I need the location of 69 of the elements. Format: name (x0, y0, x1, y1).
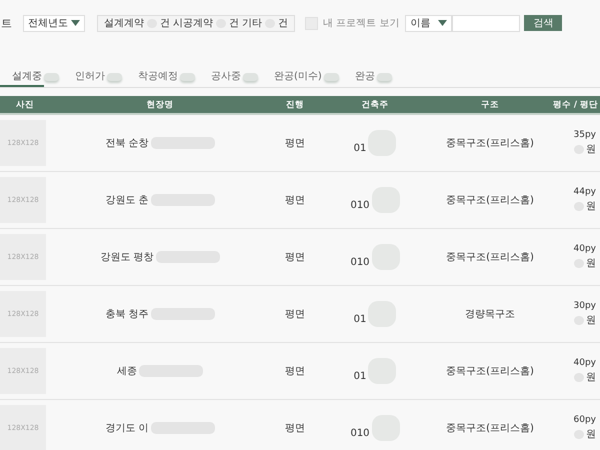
count-unit: 건 (229, 17, 239, 30)
price-unit: 원 (586, 371, 596, 384)
column-header: 평수 / 평단 (552, 98, 599, 110)
count-label: 시공계약 (173, 17, 213, 30)
owner-phone: 01 (354, 142, 366, 154)
site-name: 강원도 평창 (100, 251, 154, 264)
progress-status: 평면 (285, 365, 305, 378)
search-button[interactable]: 검색 (524, 15, 562, 31)
caret-icon (438, 20, 448, 26)
progress-status: 평면 (285, 422, 305, 435)
year-dropdown[interactable]: 전체년도 (23, 14, 85, 32)
search-type-dropdown[interactable]: 이름 (405, 14, 452, 32)
price-unit: 원 (586, 200, 596, 213)
checkbox-label: 내 프로젝트 보기 (323, 17, 400, 30)
status-tab[interactable]: 인허가 (63, 67, 107, 87)
checkbox[interactable] (305, 16, 318, 30)
price-unit: 원 (586, 428, 596, 441)
progress-status: 평면 (285, 251, 305, 264)
site-name: 전북 순창 (105, 137, 149, 150)
column-header: 건축주 (360, 98, 390, 110)
status-tab[interactable]: 설계중 (0, 67, 44, 87)
price-unit: 원 (586, 257, 596, 270)
column-header: 사진 (15, 98, 35, 110)
status-tab[interactable]: 착공예정 (126, 67, 180, 87)
column-header: 구조 (480, 98, 500, 110)
status-tab[interactable]: 완공 (342, 67, 377, 87)
floor-area: 40py (574, 358, 596, 368)
column-header: 진행 (285, 98, 305, 110)
floor-area: 40py (574, 244, 596, 254)
floor-area: 35py (574, 130, 596, 140)
floor-area: 60py (574, 415, 596, 425)
progress-status: 평면 (285, 194, 305, 207)
owner-phone: 010 (350, 256, 370, 268)
column-header: 현장명 (146, 98, 174, 110)
search-field[interactable] (452, 14, 520, 32)
count-badge (324, 73, 339, 81)
structure-type: 중목구조(프리스홈) (446, 194, 534, 207)
owner-phone: 01 (354, 370, 366, 382)
structure-type: 중목구조(프리스홈) (446, 137, 534, 150)
count-badge (180, 73, 195, 81)
price-unit: 원 (586, 143, 596, 156)
count-badge (44, 73, 59, 81)
site-name: 세종 (117, 365, 137, 378)
page-title: 트 (0, 16, 13, 30)
caret-icon (71, 20, 80, 26)
site-name: 경기도 이 (105, 422, 149, 435)
count-label: 기타 (242, 17, 262, 30)
site-name: 충북 청주 (105, 308, 149, 321)
progress-status: 평면 (285, 137, 305, 150)
structure-type: 중목구조(프리스홈) (446, 365, 534, 378)
site-name: 강원도 춘 (105, 194, 149, 207)
price-unit: 원 (586, 314, 596, 327)
status-tab[interactable]: 완공(미수) (262, 67, 324, 87)
owner-phone: 010 (350, 200, 370, 210)
count-unit: 건 (278, 17, 288, 30)
floor-area: 30py (574, 301, 596, 311)
floor-area: 44py (574, 187, 596, 197)
owner-phone: 01 (354, 314, 366, 324)
status-tab[interactable]: 공사중 (199, 67, 243, 87)
structure-type: 중목구조(프리스홈) (446, 422, 534, 435)
owner-phone: 010 (350, 428, 370, 438)
structure-type: 중목구조(프리스홈) (446, 251, 534, 264)
count-unit: 건 (160, 17, 170, 30)
structure-type: 경량목구조 (465, 308, 515, 321)
count-label: 설계계약 (104, 17, 144, 30)
progress-status: 평면 (285, 308, 305, 321)
count-badge (376, 73, 392, 81)
count-badge (243, 73, 258, 81)
count-badge (107, 73, 122, 81)
